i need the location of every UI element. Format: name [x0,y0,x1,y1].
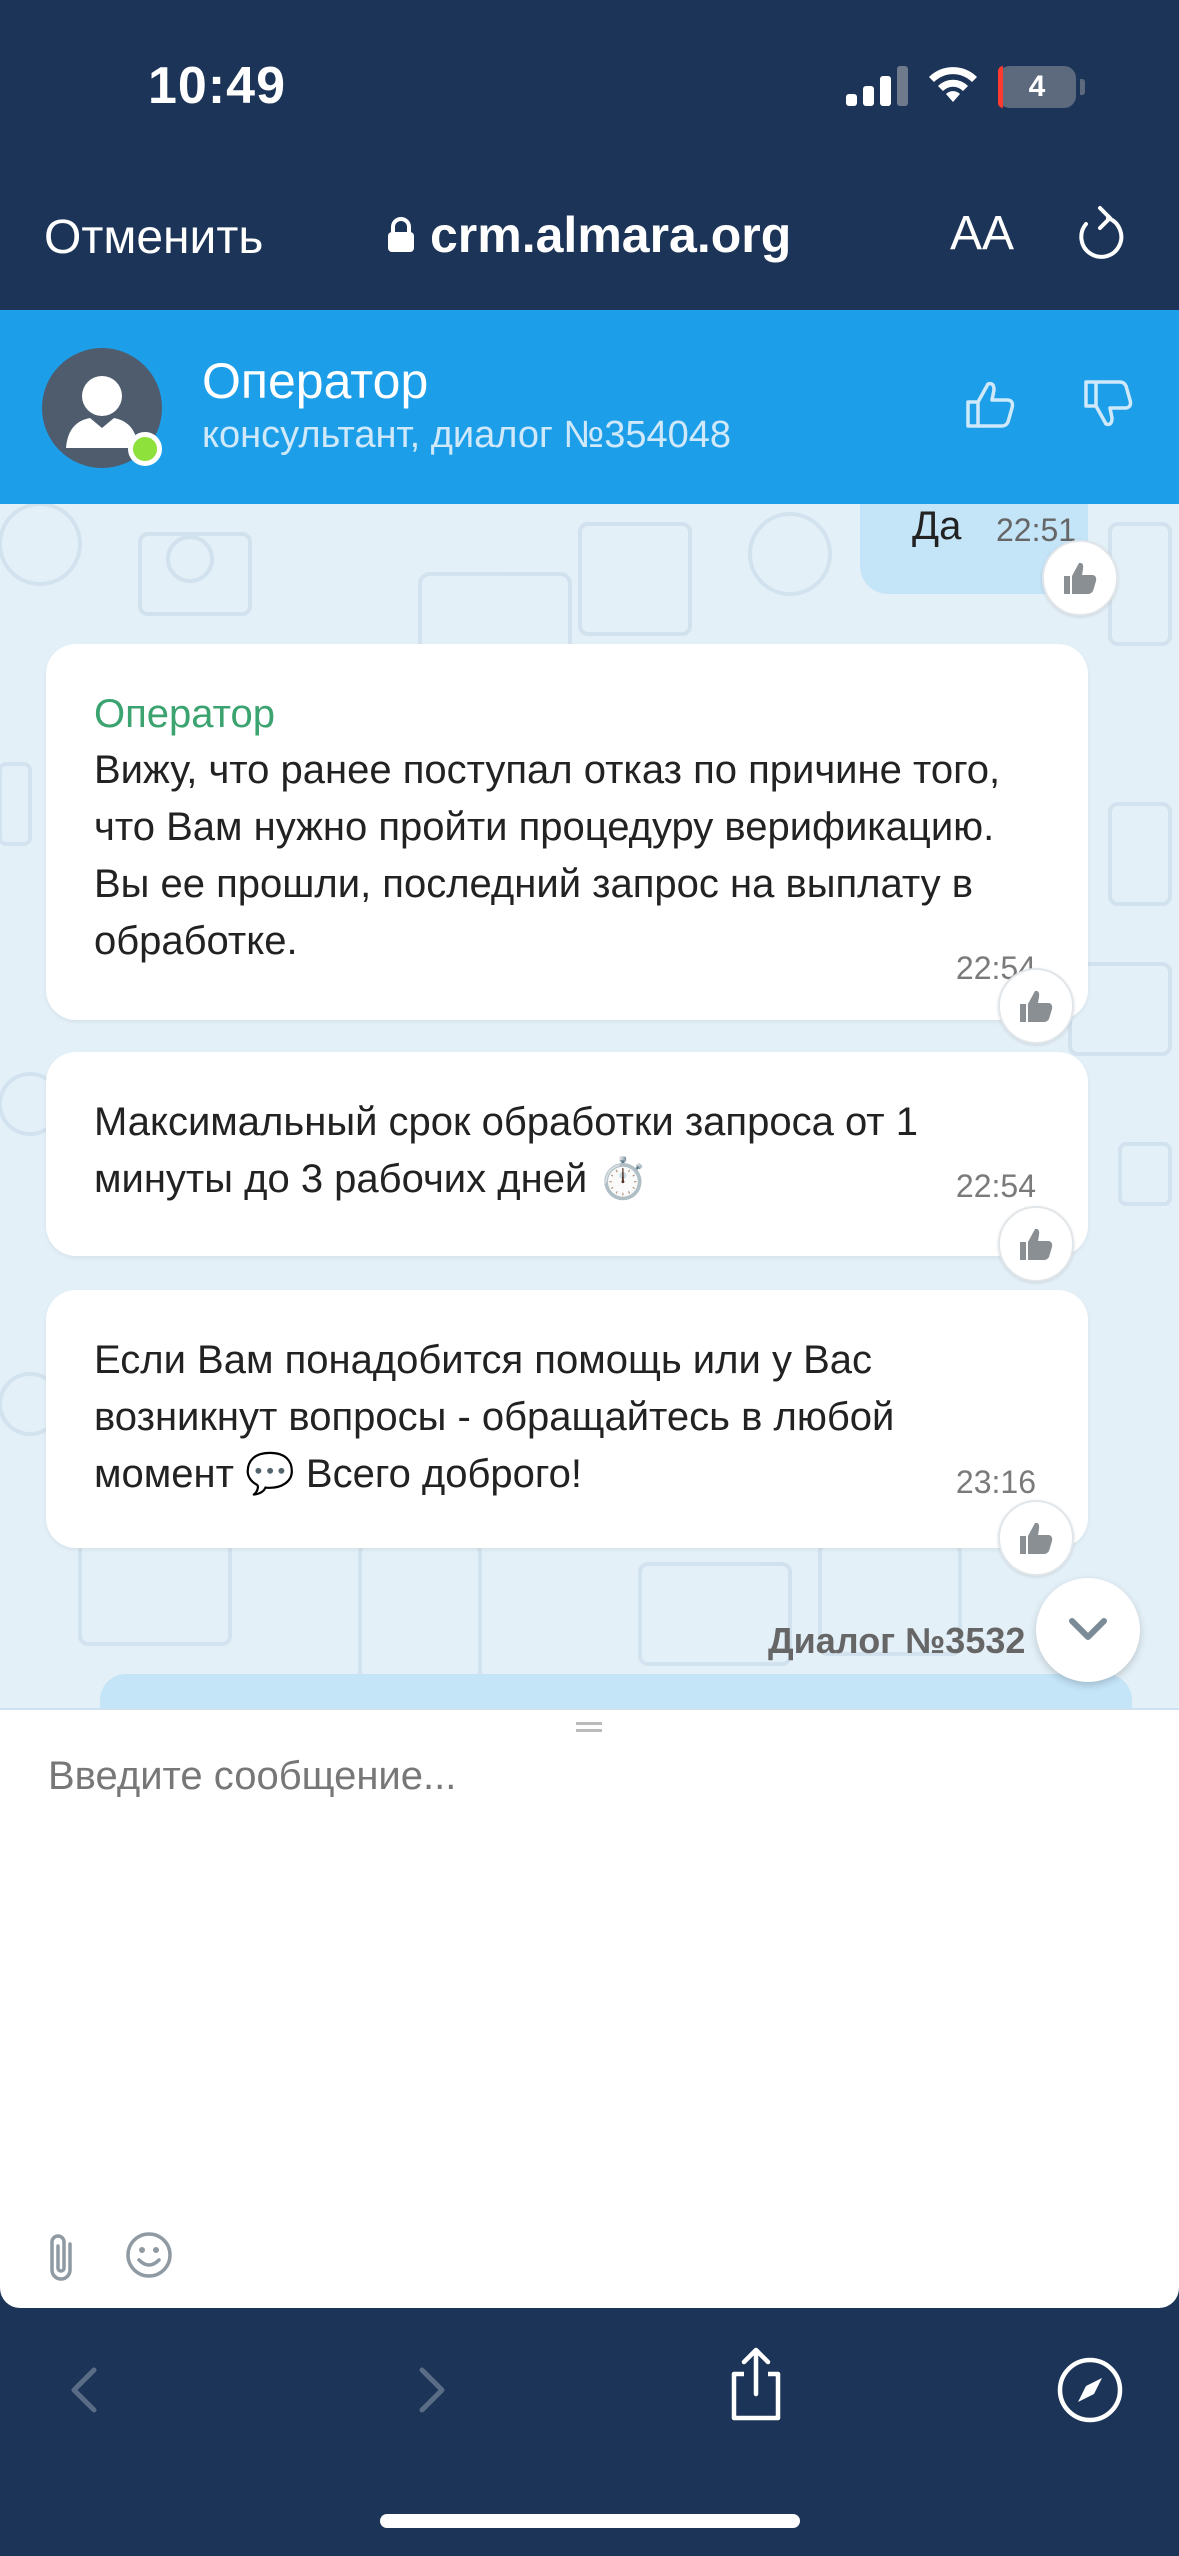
clock: 10:49 [148,57,286,115]
message-time: 22:54 [955,1168,1036,1204]
reload-icon[interactable] [1072,204,1128,264]
battery-indicator: 4 [998,66,1076,108]
messages-area[interactable]: Да 22:51 Оператор Вижу, что ранее поступ… [0,504,1179,1708]
like-icon [1064,562,1097,594]
lock-icon [388,217,414,252]
outgoing-message-partial [100,1674,1132,1708]
paperclip-icon[interactable] [40,2230,86,2286]
incoming-message[interactable]: Если Вам понадобится помощь или у Вас во… [46,1290,1088,1548]
chevron-down-icon [1069,1618,1107,1640]
like-icon [1020,1228,1053,1260]
message-author: Оператор [94,692,275,736]
url-field[interactable]: crm.almara.org [386,206,791,264]
like-button[interactable] [998,968,1074,1044]
dialog-separator-label: Диалог №3532 [768,1620,1026,1661]
home-indicator [380,2514,800,2528]
message-time: 23:16 [955,1464,1036,1500]
online-status-dot [128,432,162,466]
operator-subtitle: консультант, диалог №354048 [202,414,731,456]
thumb-up-icon[interactable] [962,376,1018,432]
chat-header: Оператор консультант, диалог №354048 [0,310,1179,504]
resize-handle[interactable] [576,1722,602,1732]
status-bar: 10:49 4 [0,0,1179,170]
cancel-button[interactable]: Отменить [44,210,263,265]
incoming-message[interactable]: Оператор Вижу, что ранее поступал отказ … [46,644,1088,1020]
wifi-icon [929,67,977,102]
message-input[interactable] [48,1746,1128,1806]
operator-name: Оператор [202,353,429,409]
compass-icon[interactable] [1050,2350,1130,2430]
scroll-down-button[interactable] [1036,1578,1140,1682]
message-text: Если Вам понадобится помощь или у Вас во… [94,1338,895,1496]
like-button[interactable] [1042,540,1118,616]
forward-icon[interactable] [388,2350,468,2430]
url-text: crm.almara.org [430,207,792,263]
battery-level: 4 [1028,70,1046,103]
smile-icon[interactable] [124,2230,174,2280]
text-size-button[interactable]: AA [950,206,1014,261]
message-text: Вижу, что ранее поступал отказ по причин… [94,748,1001,963]
composer [0,1708,1179,2308]
back-icon[interactable] [48,2350,128,2430]
thumb-down-icon[interactable] [1080,376,1136,432]
message-text: Да [912,504,962,548]
like-button[interactable] [998,1500,1074,1576]
signal-icon [846,66,908,106]
battery-tip [1080,79,1085,95]
share-icon[interactable] [716,2344,796,2424]
incoming-message[interactable]: Максимальный срок обработки запроса от 1… [46,1052,1088,1256]
browser-bar: Отменить crm.almara.org AA [0,170,1179,310]
like-button[interactable] [998,1206,1074,1282]
message-text: Максимальный срок обработки запроса от 1… [94,1100,918,1201]
like-icon [1020,1522,1053,1554]
like-icon [1020,990,1053,1022]
